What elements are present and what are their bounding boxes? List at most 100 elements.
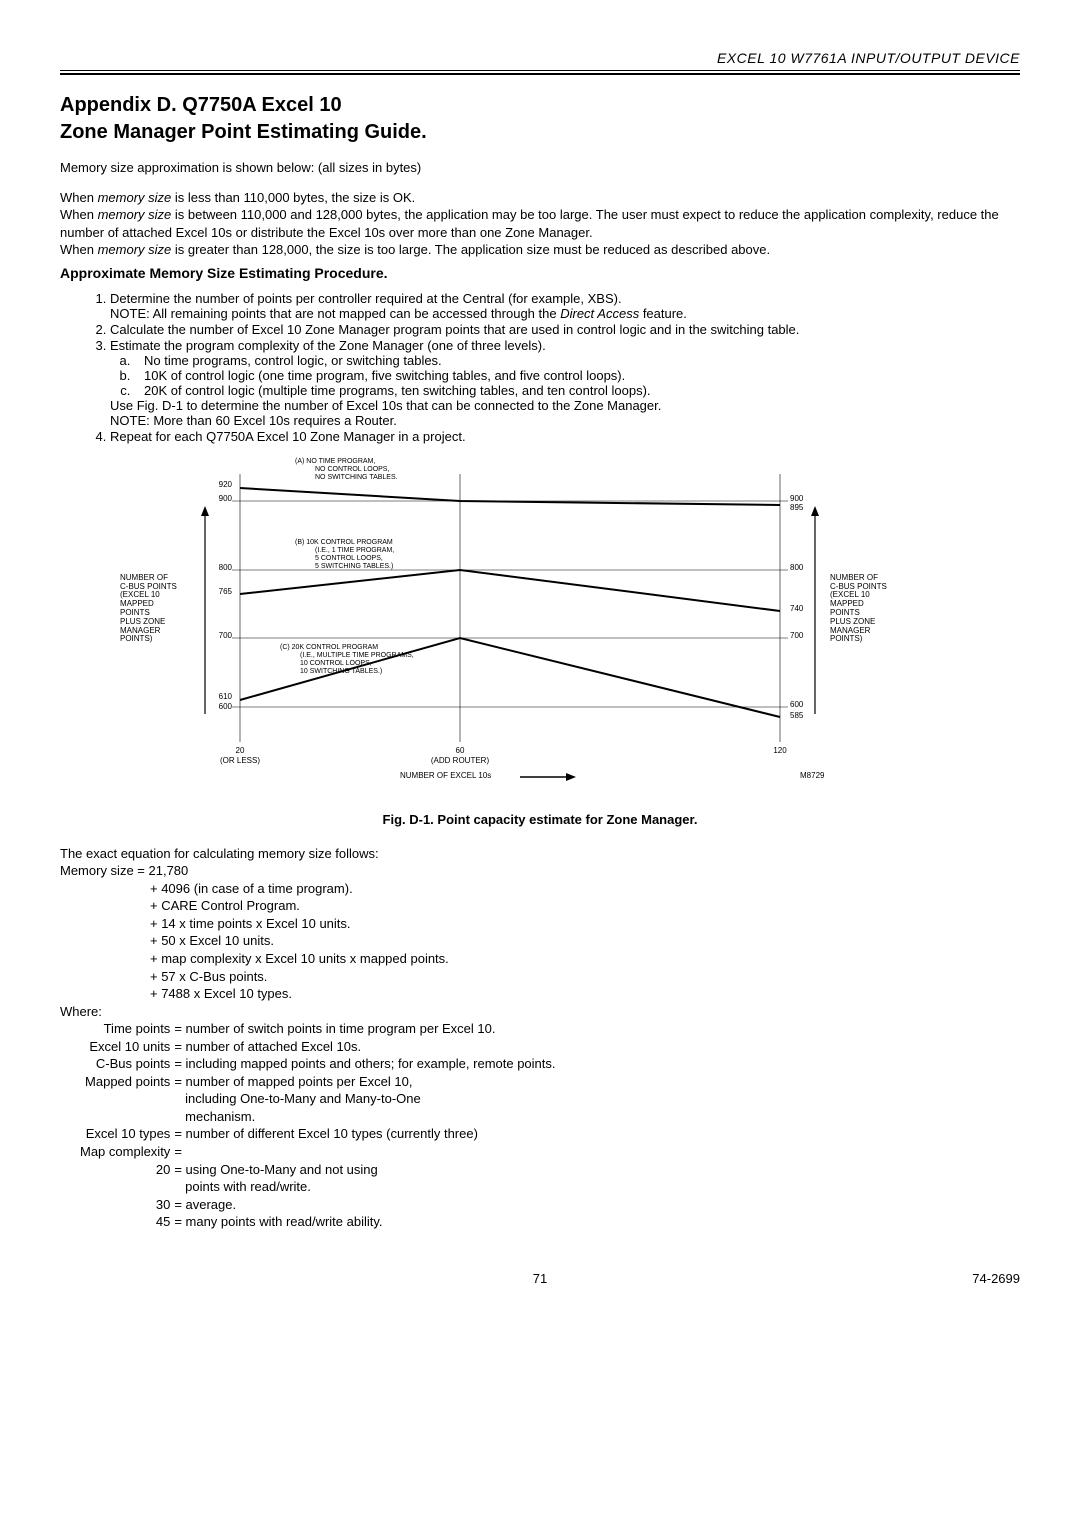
y-right-700: 700: [790, 631, 803, 640]
running-header: EXCEL 10 W7761A INPUT/OUTPUT DEVICE: [60, 50, 1020, 66]
procedure-heading: Approximate Memory Size Estimating Proce…: [60, 265, 1020, 281]
step-1-text: Determine the number of points per contr…: [110, 291, 622, 306]
equation-l3: + 14 x time points x Excel 10 units.: [150, 915, 1020, 933]
y-right-600: 600: [790, 700, 803, 709]
step-3-text: Estimate the program complexity of the Z…: [110, 338, 546, 353]
label: 20: [80, 1161, 174, 1196]
page-number: 71: [160, 1271, 920, 1286]
where-map-complexity: Map complexity =: [80, 1143, 560, 1161]
intro-paragraph: Memory size approximation is shown below…: [60, 159, 1020, 177]
header-rule-heavy: [60, 73, 1020, 75]
def: = average.: [174, 1196, 559, 1214]
equation-l1: + 4096 (in case of a time program).: [150, 880, 1020, 898]
where-heading: Where:: [60, 1003, 1020, 1021]
memory-para-3: When memory size is greater than 128,000…: [60, 241, 1020, 259]
x-20: 20: [232, 746, 248, 755]
doc-number: 74-2699: [920, 1271, 1020, 1286]
label: Excel 10 types: [80, 1125, 174, 1143]
ann-a: (A) NO TIME PROGRAM, NO CONTROL LOOPS, N…: [295, 458, 398, 482]
x-60-sub: (ADD ROUTER): [425, 756, 495, 765]
step-3: Estimate the program complexity of the Z…: [110, 338, 1020, 428]
equation-l0: Memory size = 21,780: [60, 862, 1020, 880]
memory-para-1: When memory size is less than 110,000 by…: [60, 189, 1020, 207]
label: C-Bus points: [80, 1055, 174, 1073]
def: = many points with read/write ability.: [174, 1213, 559, 1231]
y-left-920: 920: [210, 480, 232, 489]
step-1: Determine the number of points per contr…: [110, 291, 1020, 321]
ann-b: (B) 10K CONTROL PROGRAM (I.E., 1 TIME PR…: [295, 539, 394, 571]
appendix-title-line2: Zone Manager Point Estimating Guide.: [60, 120, 1020, 145]
where-mapped-points: Mapped points = number of mapped points …: [80, 1073, 560, 1126]
x-120: 120: [770, 746, 790, 755]
def: = number of mapped points per Excel 10, …: [174, 1073, 559, 1126]
where-time-points: Time points = number of switch points in…: [80, 1020, 560, 1038]
step-3-note: NOTE: More than 60 Excel 10s requires a …: [110, 413, 1020, 428]
y-left-610: 610: [210, 692, 232, 701]
x-20-sub: (OR LESS): [210, 756, 270, 765]
step-3-sublist: No time programs, control logic, or swit…: [134, 353, 1020, 398]
y-left-700: 700: [210, 631, 232, 640]
y-left-800: 800: [210, 563, 232, 572]
direct-access-term: Direct Access: [560, 306, 639, 321]
step-3-use: Use Fig. D-1 to determine the number of …: [110, 398, 1020, 413]
label: 30: [80, 1196, 174, 1214]
where-mc-45: 45 = many points with read/write ability…: [80, 1213, 560, 1231]
procedure-list: Determine the number of points per contr…: [90, 291, 1020, 444]
y-axis-label-left: NUMBER OF C-BUS POINTS (EXCEL 10 MAPPED …: [120, 574, 190, 644]
page-footer: 71 74-2699: [60, 1271, 1020, 1286]
equation-lead: The exact equation for calculating memor…: [60, 845, 1020, 863]
text: When: [60, 207, 98, 222]
step-1-note: NOTE: All remaining points that are not …: [110, 306, 1020, 321]
y-axis-label-right: NUMBER OF C-BUS POINTS (EXCEL 10 MAPPED …: [830, 574, 900, 644]
memory-size-term: memory size: [98, 190, 172, 205]
text: is greater than 128,000, the size is too…: [171, 242, 770, 257]
step-3b: 10K of control logic (one time program, …: [134, 368, 1020, 383]
text: feature.: [639, 306, 687, 321]
def: = number of switch points in time progra…: [174, 1020, 559, 1038]
where-excel10-units: Excel 10 units = number of attached Exce…: [80, 1038, 560, 1056]
step-3a: No time programs, control logic, or swit…: [134, 353, 1020, 368]
equation-l4: + 50 x Excel 10 units.: [150, 932, 1020, 950]
where-excel10-types: Excel 10 types = number of different Exc…: [80, 1125, 560, 1143]
text: NOTE: All remaining points that are not …: [110, 306, 560, 321]
equation-l6: + 57 x C-Bus points.: [150, 968, 1020, 986]
label: Map complexity: [80, 1143, 174, 1161]
def: =: [174, 1143, 559, 1161]
def: = including mapped points and others; fo…: [174, 1055, 559, 1073]
memory-size-term: memory size: [98, 242, 172, 257]
x-60: 60: [452, 746, 468, 755]
step-3c: 20K of control logic (multiple time prog…: [134, 383, 1020, 398]
y-right-895: 895: [790, 503, 803, 512]
equation-l5: + map complexity x Excel 10 units x mapp…: [150, 950, 1020, 968]
equation-l7: + 7488 x Excel 10 types.: [150, 985, 1020, 1003]
y-right-740: 740: [790, 604, 803, 613]
def: = using One-to-Many and not using points…: [174, 1161, 559, 1196]
text: When: [60, 242, 98, 257]
label: Excel 10 units: [80, 1038, 174, 1056]
label: 45: [80, 1213, 174, 1231]
chart-svg: [100, 454, 860, 794]
figure-d1-chart: 920 900 800 765 700 610 600 900 895 800 …: [100, 454, 860, 794]
equation-l2: + CARE Control Program.: [150, 897, 1020, 915]
memory-para-2: When memory size is between 110,000 and …: [60, 206, 1020, 241]
y-left-600: 600: [210, 702, 232, 711]
y-left-900: 900: [210, 494, 232, 503]
def: = number of different Excel 10 types (cu…: [174, 1125, 559, 1143]
text: is less than 110,000 bytes, the size is …: [171, 190, 415, 205]
x-axis-label: NUMBER OF EXCEL 10s: [400, 772, 491, 781]
figure-id: M8729: [800, 772, 824, 781]
ann-c: (C) 20K CONTROL PROGRAM (I.E., MULTIPLE …: [280, 644, 414, 676]
y-right-800: 800: [790, 563, 803, 572]
y-right-585: 585: [790, 711, 803, 720]
where-cbus-points: C-Bus points = including mapped points a…: [80, 1055, 560, 1073]
y-right-900: 900: [790, 494, 803, 503]
y-left-765: 765: [210, 587, 232, 596]
where-definitions: Time points = number of switch points in…: [80, 1020, 560, 1231]
memory-size-term: memory size: [98, 207, 172, 222]
step-2: Calculate the number of Excel 10 Zone Ma…: [110, 322, 1020, 337]
label: Mapped points: [80, 1073, 174, 1126]
label: Time points: [80, 1020, 174, 1038]
appendix-title-line1: Appendix D. Q7750A Excel 10: [60, 93, 1020, 118]
header-rule-thin: [60, 70, 1020, 71]
where-mc-20: 20 = using One-to-Many and not using poi…: [80, 1161, 560, 1196]
